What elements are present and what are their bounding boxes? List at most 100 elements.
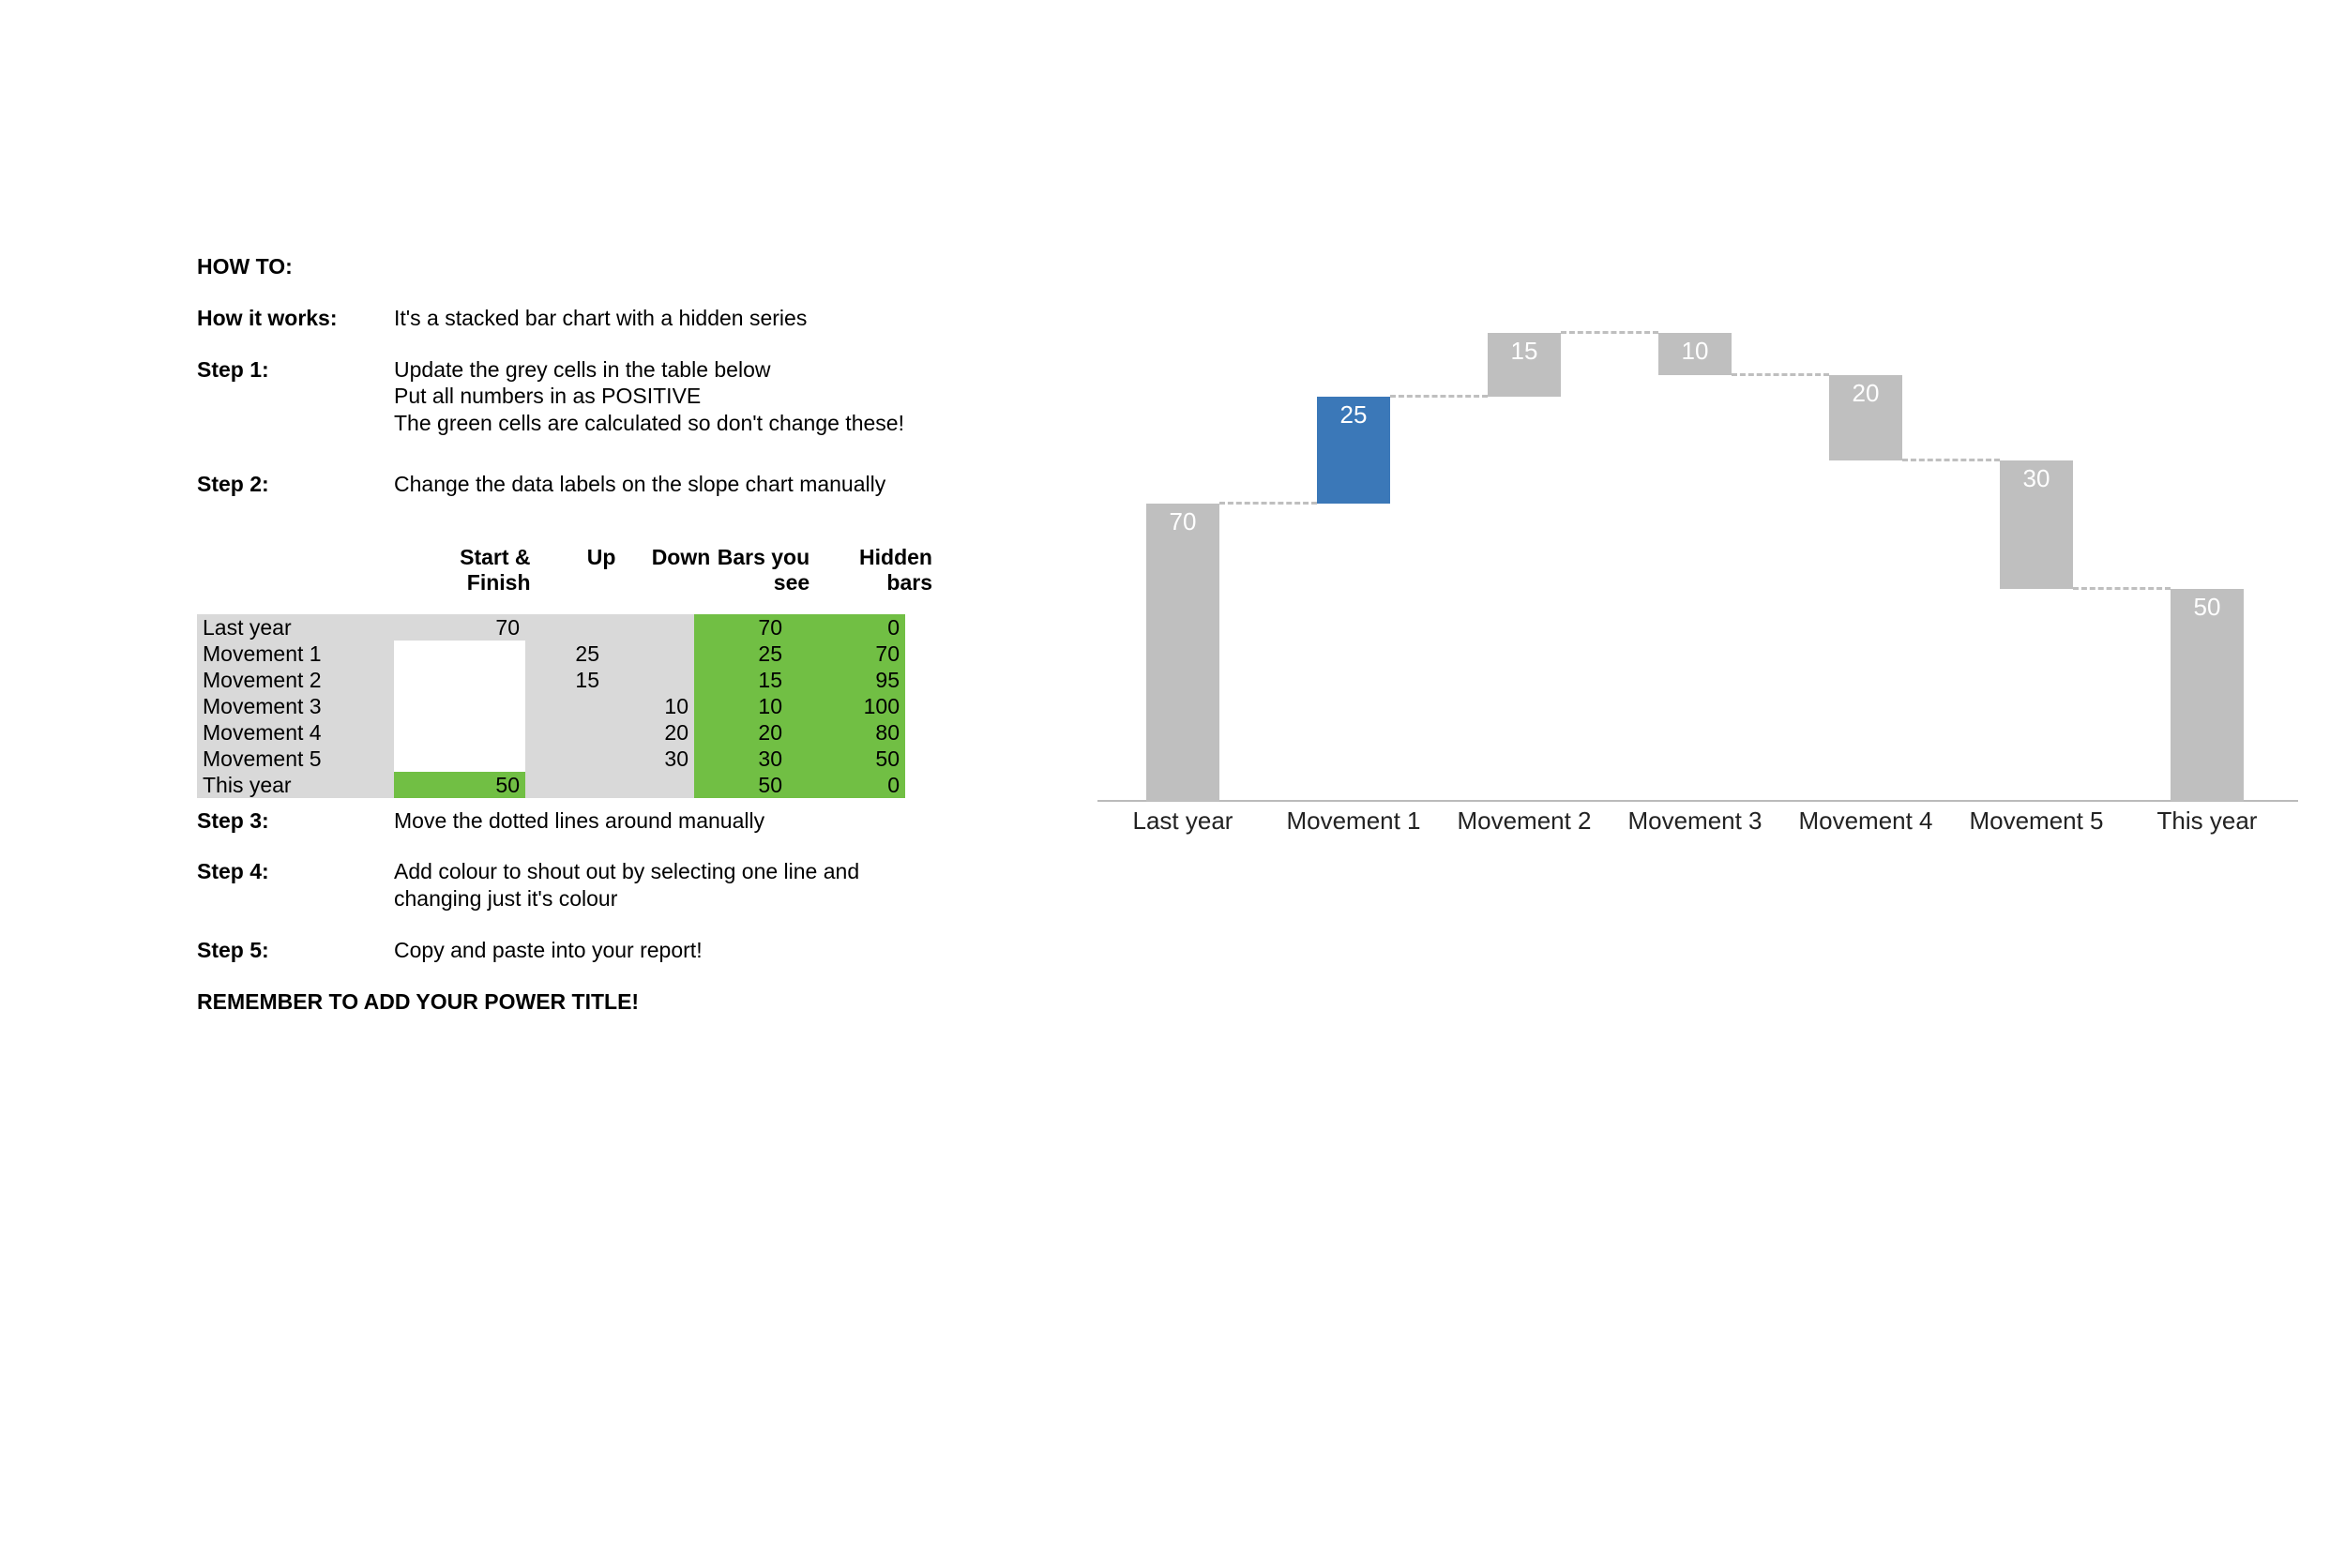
row-label: Last year: [197, 614, 394, 641]
cell-start-finish: [394, 667, 525, 693]
cell-start-finish: [394, 719, 525, 746]
cell-up: [525, 693, 605, 719]
cell-hidden-bars: 100: [788, 693, 905, 719]
table-row: Movement 5303050: [197, 746, 938, 772]
step3-text: Move the dotted lines around manually: [394, 807, 938, 835]
bar-value-label: 15: [1488, 337, 1561, 366]
cell-down: [605, 641, 694, 667]
chart-slot: 15: [1439, 333, 1610, 802]
chart-slot: 70: [1097, 333, 1268, 802]
cell-bars-you-see: 70: [694, 614, 788, 641]
remember-title: REMEMBER TO ADD YOUR POWER TITLE!: [197, 988, 639, 1016]
bar: 30: [2000, 460, 2073, 588]
cell-down: [605, 614, 694, 641]
row-label: Movement 2: [197, 667, 394, 693]
col-up: Up: [537, 545, 622, 596]
table-row: This year50500: [197, 772, 938, 798]
how-it-works-label: How it works:: [197, 305, 394, 332]
bar-value-label: 10: [1658, 337, 1732, 366]
cell-bars-you-see: 50: [694, 772, 788, 798]
step1-text: Update the grey cells in the table below…: [394, 356, 938, 437]
bar-value-label: 70: [1146, 507, 1219, 536]
x-axis-category-label: Movement 5: [1951, 807, 2122, 836]
bar-value-label: 50: [2171, 593, 2244, 622]
bar: 20: [1829, 375, 1902, 460]
table-row: Movement 2151595: [197, 667, 938, 693]
chart-slot: 30: [1951, 333, 2122, 802]
step4-label: Step 4:: [197, 858, 394, 885]
bar: 15: [1488, 333, 1561, 397]
cell-up: [525, 719, 605, 746]
cell-down: [605, 667, 694, 693]
row-label: Movement 1: [197, 641, 394, 667]
bar-value-label: 30: [2000, 464, 2073, 493]
x-axis-category-label: Movement 2: [1439, 807, 1610, 836]
cell-start-finish: 70: [394, 614, 525, 641]
chart-slot: 10: [1610, 333, 1780, 802]
cell-up: [525, 746, 605, 772]
chart-slot: 50: [2122, 333, 2292, 802]
howto-title: HOW TO:: [197, 253, 394, 280]
step4-text: Add colour to shout out by selecting one…: [394, 858, 938, 912]
data-table: Start & Finish Up Down Bars you see Hidd…: [197, 545, 938, 798]
bar: 70: [1146, 504, 1219, 802]
step1-line3: The green cells are calculated so don't …: [394, 410, 938, 437]
col-down: Down: [621, 545, 716, 596]
step1-line1: Update the grey cells in the table below: [394, 356, 938, 384]
cell-start-finish: 50: [394, 772, 525, 798]
table-row: Movement 31010100: [197, 693, 938, 719]
table-header-row: Start & Finish Up Down Bars you see Hidd…: [197, 545, 938, 596]
cell-bars-you-see: 15: [694, 667, 788, 693]
bar-value-label: 20: [1829, 379, 1902, 408]
cell-up: 25: [525, 641, 605, 667]
table-row: Movement 4202080: [197, 719, 938, 746]
cell-hidden-bars: 0: [788, 772, 905, 798]
x-axis-category-label: This year: [2122, 807, 2292, 836]
x-axis-category-label: Movement 1: [1268, 807, 1439, 836]
bar: 50: [2171, 589, 2244, 802]
col-bars-you-see: Bars you see: [716, 545, 815, 596]
how-it-works-text: It's a stacked bar chart with a hidden s…: [394, 305, 938, 332]
cell-up: [525, 614, 605, 641]
cell-bars-you-see: 20: [694, 719, 788, 746]
x-axis-category-label: Last year: [1097, 807, 1268, 836]
cell-start-finish: [394, 693, 525, 719]
cell-hidden-bars: 95: [788, 667, 905, 693]
cell-bars-you-see: 25: [694, 641, 788, 667]
step2-label: Step 2:: [197, 471, 394, 498]
chart-slot: 20: [1780, 333, 1951, 802]
col-start-finish: Start & Finish: [400, 545, 537, 596]
cell-hidden-bars: 0: [788, 614, 905, 641]
cell-up: 15: [525, 667, 605, 693]
cell-bars-you-see: 30: [694, 746, 788, 772]
table-row: Last year70700: [197, 614, 938, 641]
cell-down: 30: [605, 746, 694, 772]
step5-text: Copy and paste into your report!: [394, 937, 938, 964]
chart-slot: 25: [1268, 333, 1439, 802]
cell-down: 10: [605, 693, 694, 719]
cell-hidden-bars: 80: [788, 719, 905, 746]
cell-start-finish: [394, 641, 525, 667]
bar-value-label: 25: [1317, 400, 1390, 430]
cell-up: [525, 772, 605, 798]
chart-plot-area: 70 25 15 10 20 30 50: [1097, 333, 2298, 802]
cell-bars-you-see: 10: [694, 693, 788, 719]
x-axis-category-label: Movement 3: [1610, 807, 1780, 836]
step5-label: Step 5:: [197, 937, 394, 964]
cell-down: [605, 772, 694, 798]
cell-down: 20: [605, 719, 694, 746]
cell-start-finish: [394, 746, 525, 772]
waterfall-chart: 70251510203050 Last yearMovement 1Moveme…: [1097, 333, 2298, 853]
row-label: Movement 5: [197, 746, 394, 772]
row-label: This year: [197, 772, 394, 798]
x-axis-labels: Last yearMovement 1Movement 2Movement 3 M…: [1097, 807, 2298, 836]
table-body: Last year70700Movement 1252570Movement 2…: [197, 614, 938, 798]
row-label: Movement 4: [197, 719, 394, 746]
cell-hidden-bars: 50: [788, 746, 905, 772]
step1-label: Step 1:: [197, 356, 394, 384]
cell-hidden-bars: 70: [788, 641, 905, 667]
bar-highlight: 25: [1317, 397, 1390, 504]
step3-label: Step 3:: [197, 807, 394, 835]
bar: 10: [1658, 333, 1732, 375]
instructions-panel: HOW TO: How it works: It's a stacked bar…: [197, 253, 938, 1020]
